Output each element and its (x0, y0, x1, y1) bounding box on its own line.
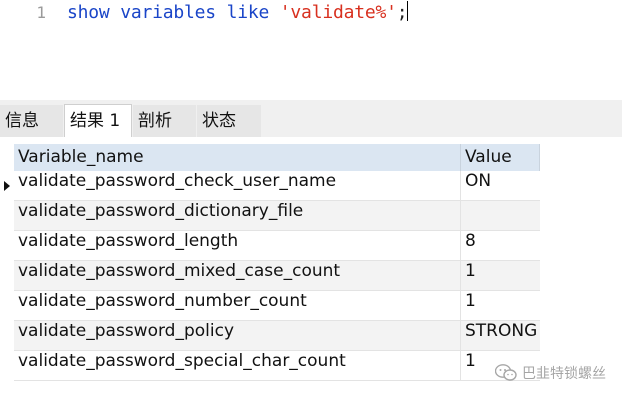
tab-status-label: 状态 (202, 111, 236, 131)
result-grid[interactable]: Variable_name Value validate_password_ch… (0, 137, 622, 401)
tab-result-1-label: 结果 1 (70, 111, 121, 131)
text-caret (407, 1, 409, 21)
tab-status[interactable]: 状态 (197, 105, 261, 137)
cell-variable-name[interactable]: validate_password_check_user_name (14, 171, 461, 200)
cell-value[interactable]: STRONG (461, 321, 540, 350)
sql-keyword-show: show (67, 2, 110, 23)
cell-value[interactable]: 8 (461, 231, 540, 260)
table-row[interactable]: validate_password_mixed_case_count 1 (14, 261, 540, 291)
sql-keyword-variables: variables (120, 2, 216, 23)
cell-value[interactable] (461, 201, 540, 230)
tab-profile-label: 剖析 (138, 111, 172, 131)
cell-variable-name[interactable]: validate_password_number_count (14, 291, 461, 320)
cell-value[interactable]: ON (461, 171, 540, 200)
table-row[interactable]: validate_password_policy STRONG (14, 321, 540, 351)
tab-info[interactable]: 信息 (0, 105, 63, 137)
cell-variable-name[interactable]: validate_password_policy (14, 321, 461, 350)
tab-info-label: 信息 (5, 111, 39, 131)
cell-variable-name[interactable]: validate_password_length (14, 231, 461, 260)
table-row[interactable]: validate_password_dictionary_file (14, 201, 540, 231)
table-row[interactable]: validate_password_number_count 1 (14, 291, 540, 321)
cell-variable-name[interactable]: validate_password_dictionary_file (14, 201, 461, 230)
wechat-icon (495, 364, 517, 381)
column-header-value[interactable]: Value (461, 144, 540, 171)
current-row-indicator-icon (4, 181, 10, 191)
cell-value[interactable]: 1 (461, 291, 540, 320)
sql-editor[interactable]: 1 show variables like 'validate%'; (0, 0, 622, 100)
watermark: 巴韭特锁螺丝 (495, 363, 606, 383)
column-header-variable-name[interactable]: Variable_name (14, 144, 461, 171)
sql-keyword-like: like (226, 2, 270, 23)
sql-terminator: ; (396, 2, 408, 23)
line-gutter: 1 (0, 0, 50, 100)
result-tabbar: 信息 结果 1 剖析 状态 (0, 103, 622, 138)
sql-pattern-string: 'validate%' (279, 2, 397, 23)
table-row[interactable]: validate_password_check_user_name ON (14, 171, 540, 201)
cell-variable-name[interactable]: validate_password_special_char_count (14, 351, 461, 380)
watermark-text: 巴韭特锁螺丝 (522, 366, 606, 382)
cell-variable-name[interactable]: validate_password_mixed_case_count (14, 261, 461, 290)
sql-code-line[interactable]: show variables like 'validate%'; (67, 1, 409, 23)
table-row[interactable]: validate_password_special_char_count 1 (14, 351, 540, 381)
line-number: 1 (36, 3, 46, 22)
tab-result-1[interactable]: 结果 1 (64, 104, 132, 138)
cell-value[interactable]: 1 (461, 261, 540, 290)
tab-profile[interactable]: 剖析 (133, 105, 196, 137)
table-row[interactable]: validate_password_length 8 (14, 231, 540, 261)
